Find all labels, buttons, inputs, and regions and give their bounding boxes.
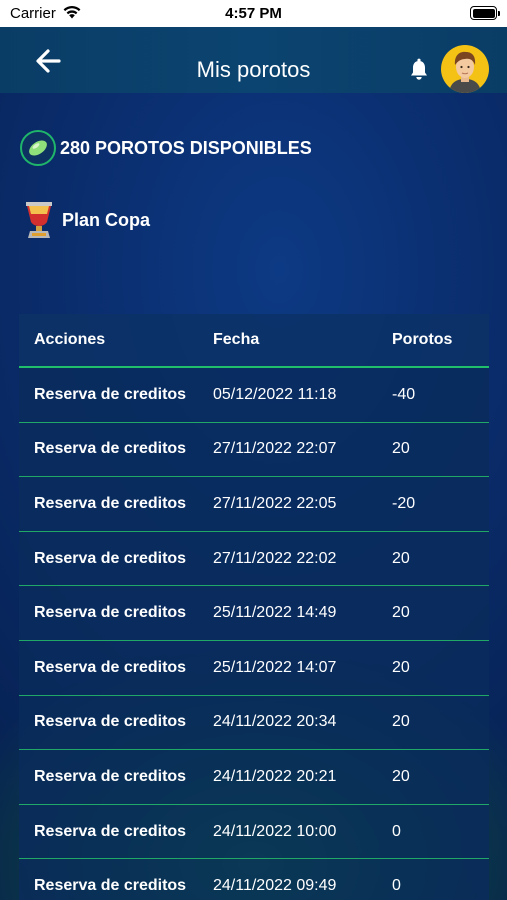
- table-row: Reserva de creditos 27/11/2022 22:02 20: [19, 531, 489, 587]
- header-actions: Acciones: [34, 331, 106, 348]
- table-header: Acciones Fecha Porotos: [19, 314, 489, 368]
- row-action: Reserva de creditos: [34, 549, 187, 567]
- table-row: Reserva de creditos 24/11/2022 20:34 20: [19, 695, 489, 751]
- row-date: 27/11/2022 22:02: [213, 549, 337, 567]
- clock: 4:57 PM: [225, 5, 282, 22]
- row-date: 24/11/2022 20:34: [213, 713, 337, 731]
- transactions-table: Acciones Fecha Porotos Reserva de credit…: [19, 314, 489, 900]
- row-points: 20: [392, 604, 410, 622]
- row-action: Reserva de creditos: [34, 658, 187, 676]
- battery-icon: [470, 6, 500, 20]
- trophy-icon: [26, 202, 52, 238]
- table-row: Reserva de creditos 24/11/2022 10:00 0: [19, 804, 489, 860]
- row-action: Reserva de creditos: [34, 440, 187, 458]
- bell-icon[interactable]: [408, 58, 430, 82]
- nav-bar: Mis porotos: [0, 27, 507, 93]
- row-date: 24/11/2022 10:00: [213, 822, 337, 840]
- row-points: 20: [392, 713, 410, 731]
- row-action: Reserva de creditos: [34, 822, 187, 840]
- row-points: 0: [392, 822, 401, 840]
- table-row: Reserva de creditos 27/11/2022 22:05 -20: [19, 477, 489, 532]
- table-row: Reserva de creditos 25/11/2022 14:07 20: [19, 640, 489, 696]
- status-bar: Carrier 4:57 PM: [0, 0, 507, 27]
- header-points: Porotos: [392, 331, 453, 348]
- row-date: 24/11/2022 20:21: [213, 767, 337, 785]
- row-points: -40: [392, 385, 416, 403]
- table-row: Reserva de creditos 27/11/2022 22:07 20: [19, 422, 489, 478]
- row-date: 27/11/2022 22:07: [213, 440, 337, 458]
- row-date: 27/11/2022 22:05: [213, 494, 337, 512]
- header-date: Fecha: [213, 331, 260, 348]
- screen: Carrier 4:57 PM Mis porotos 280 POROTOS …: [0, 0, 507, 900]
- table-row: Reserva de creditos 05/12/2022 11:18 -40: [19, 368, 489, 423]
- row-date: 24/11/2022 09:49: [213, 877, 337, 895]
- plan-name-text: Plan Copa: [62, 209, 151, 230]
- row-action: Reserva de creditos: [34, 767, 187, 785]
- row-date: 05/12/2022 11:18: [213, 385, 337, 403]
- points-available-text: 280 POROTOS DISPONIBLES: [60, 137, 312, 158]
- row-action: Reserva de creditos: [34, 385, 187, 403]
- row-action: Reserva de creditos: [34, 713, 187, 731]
- row-action: Reserva de creditos: [34, 877, 187, 895]
- row-points: 20: [392, 440, 410, 458]
- user-avatar-icon: [449, 51, 481, 93]
- bean-icon: [20, 130, 56, 166]
- table-row: Reserva de creditos 24/11/2022 09:49 0: [19, 859, 489, 900]
- table-row: Reserva de creditos 24/11/2022 20:21 20: [19, 750, 489, 805]
- page-title: Mis porotos: [196, 57, 311, 82]
- points-summary: 280 POROTOS DISPONIBLES: [20, 130, 312, 166]
- table-row: Reserva de creditos 25/11/2022 14:49 20: [19, 586, 489, 641]
- row-date: 25/11/2022 14:49: [213, 604, 337, 622]
- row-points: -20: [392, 494, 416, 512]
- row-action: Reserva de creditos: [34, 604, 187, 622]
- row-points: 0: [392, 877, 401, 895]
- row-points: 20: [392, 767, 410, 785]
- row-points: 20: [392, 658, 410, 676]
- plan-summary: Plan Copa: [20, 200, 150, 240]
- row-points: 20: [392, 549, 410, 567]
- row-date: 25/11/2022 14:07: [213, 658, 337, 676]
- row-action: Reserva de creditos: [34, 494, 187, 512]
- avatar[interactable]: [441, 45, 489, 93]
